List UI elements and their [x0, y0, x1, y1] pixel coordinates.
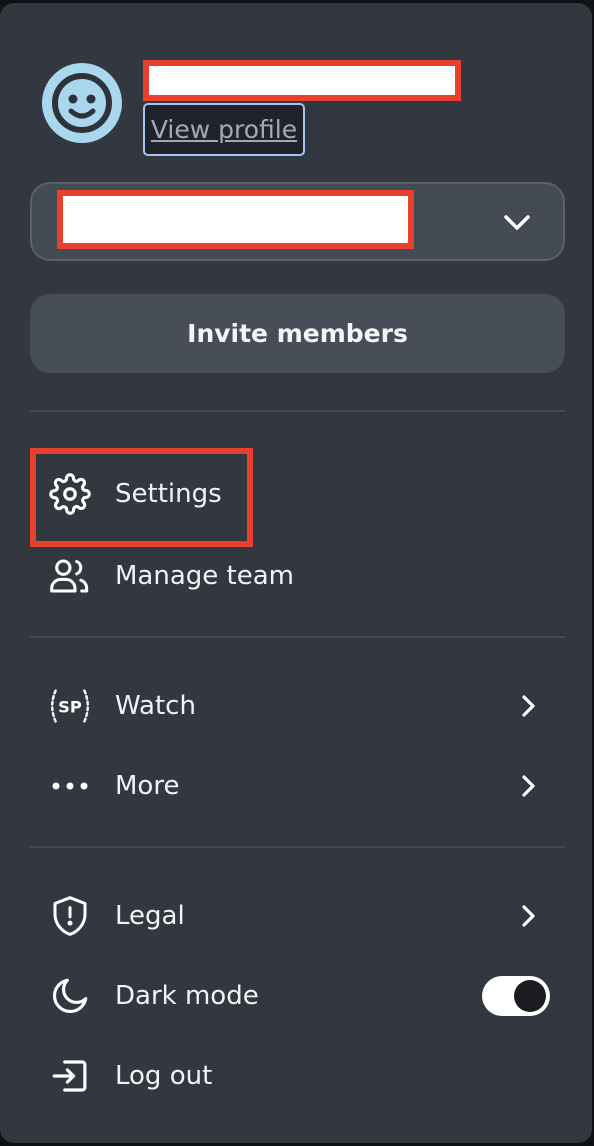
redacted-user-name — [143, 60, 461, 101]
menu-item-label: More — [115, 771, 180, 801]
dark-mode-toggle[interactable] — [482, 976, 550, 1016]
menu-item-label: Log out — [115, 1061, 213, 1091]
menu-item-legal[interactable]: Legal — [30, 884, 565, 948]
chevron-right-icon — [522, 695, 535, 717]
settings-highlight-box — [30, 448, 253, 547]
users-icon — [46, 552, 94, 600]
logout-icon — [46, 1052, 94, 1100]
avatar[interactable] — [42, 63, 122, 143]
menu-item-label: Legal — [115, 901, 185, 931]
chevron-right-icon — [522, 775, 535, 797]
moon-icon — [46, 972, 94, 1020]
ellipsis-icon — [46, 762, 94, 810]
sp-laurel-icon: SP — [46, 682, 94, 730]
menu-item-watch[interactable]: SP Watch — [30, 674, 565, 738]
menu-item-manage-team[interactable]: Manage team — [30, 544, 565, 608]
invite-members-button[interactable]: Invite members — [30, 294, 565, 373]
chevron-right-icon — [522, 905, 535, 927]
shield-alert-icon — [46, 892, 94, 940]
toggle-knob — [514, 980, 546, 1012]
menu-item-label: Watch — [115, 691, 196, 721]
menu-item-dark-mode[interactable]: Dark mode — [30, 964, 565, 1028]
menu-item-more[interactable]: More — [30, 754, 565, 818]
watch-badge-text: SP — [58, 698, 82, 717]
menu-item-label: Manage team — [115, 561, 294, 591]
divider — [30, 846, 565, 848]
smiley-face-icon — [52, 73, 112, 133]
view-profile-link[interactable]: View profile — [143, 103, 305, 156]
chevron-down-icon — [504, 215, 530, 230]
divider — [30, 410, 565, 412]
divider — [30, 636, 565, 638]
menu-item-log-out[interactable]: Log out — [30, 1044, 565, 1108]
redacted-workspace-name — [57, 190, 414, 249]
menu-item-label: Dark mode — [115, 981, 259, 1011]
account-menu-panel: View profile Invite members Settings Man… — [0, 3, 592, 1143]
workspace-selector[interactable] — [30, 182, 565, 261]
